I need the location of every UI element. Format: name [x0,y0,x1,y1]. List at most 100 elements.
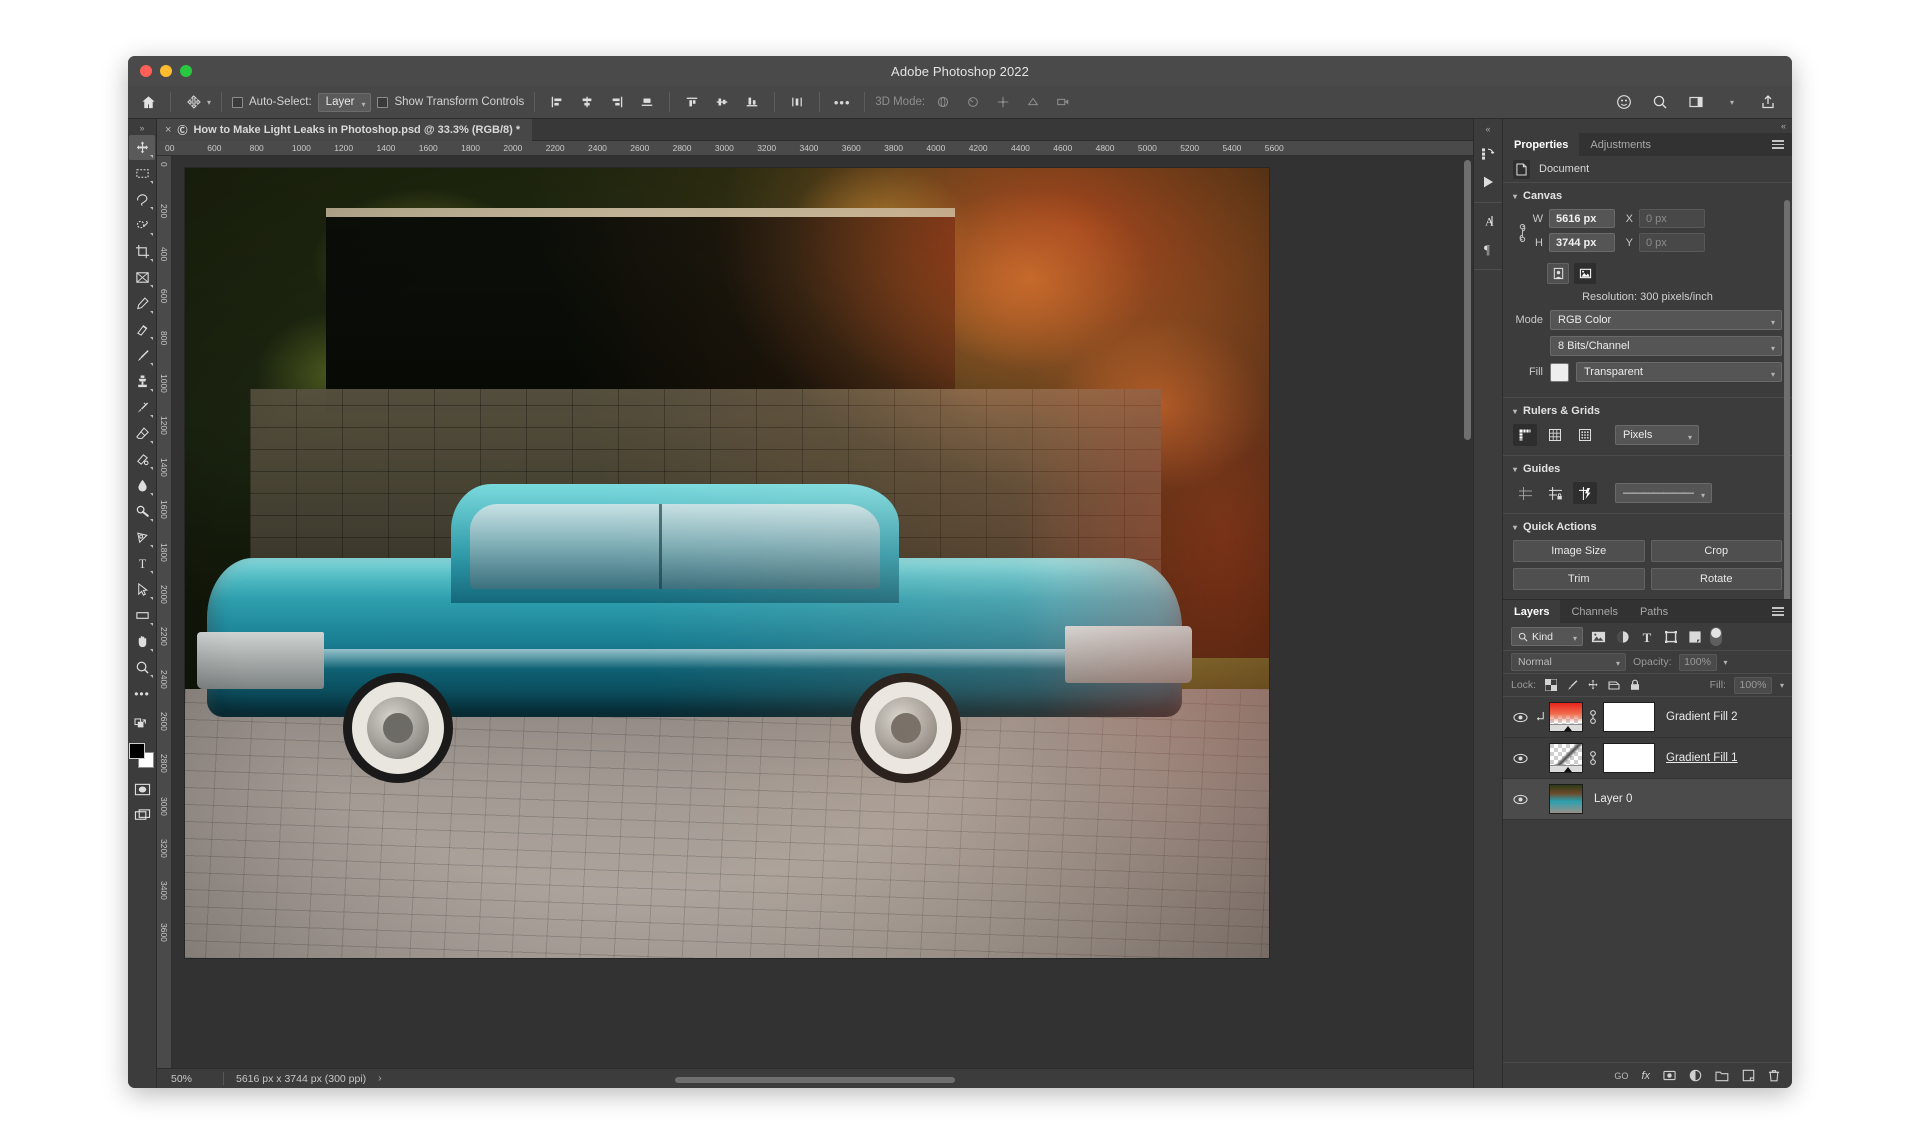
layer-thumbnail[interactable] [1549,743,1583,773]
type-tool[interactable]: T [129,551,155,576]
window-controls[interactable] [140,65,192,77]
color-swatches[interactable] [129,743,155,769]
guide-style-dropdown[interactable]: ——————— ▾ [1615,483,1712,503]
crop-button[interactable]: Crop [1650,540,1782,562]
vertical-ruler[interactable]: 0 200 400 600 800 1000 1200 1400 1600 1800 2000 220… [157,156,172,1068]
canvas-section-header[interactable]: ▾ Canvas [1513,190,1782,202]
lock-all-icon[interactable] [1628,679,1641,692]
three-d-camera-icon[interactable] [1051,90,1075,114]
chevron-down-icon[interactable]: ▾ [1513,407,1517,416]
chevron-down-icon[interactable]: ▾ [1780,681,1784,690]
filter-kind-dropdown[interactable]: Kind ▾ [1511,627,1583,646]
link-icon[interactable] [1513,223,1531,243]
show-guides-icon[interactable] [1513,482,1537,504]
new-adjustment-layer-icon[interactable] [1689,1069,1702,1082]
filter-adjustment-icon[interactable] [1614,628,1631,645]
spot-healing-brush-tool[interactable] [129,317,155,342]
filter-shape-icon[interactable] [1662,628,1679,645]
tab-channels[interactable]: Channels [1560,600,1628,623]
align-right-edges-icon[interactable] [605,90,629,114]
properties-panel-menu-icon[interactable] [1772,133,1792,156]
pen-tool[interactable] [129,525,155,550]
rulers-grids-header[interactable]: ▾ Rulers & Grids [1513,405,1782,417]
filter-pixel-icon[interactable] [1590,628,1607,645]
layer-thumbnail[interactable] [1549,784,1583,814]
quick-mask-icon[interactable] [129,777,155,802]
three-d-slide-icon[interactable] [1021,90,1045,114]
close-window-button[interactable] [140,65,152,77]
layer-name[interactable]: Layer 0 [1594,793,1632,805]
share-icon[interactable] [1756,90,1780,114]
layer-visibility-toggle[interactable] [1509,794,1531,805]
properties-scrollbar[interactable] [1784,200,1790,599]
link-mask-icon[interactable] [1583,750,1603,766]
guides-header[interactable]: ▾ Guides [1513,463,1782,475]
layer-thumbnail[interactable] [1549,702,1583,732]
fill-color-swatch[interactable] [1550,362,1569,382]
tab-layers[interactable]: Layers [1503,600,1561,623]
rectangular-marquee-tool[interactable] [129,161,155,186]
crop-tool[interactable] [129,239,155,264]
snap-to-guides-icon[interactable] [1573,482,1597,504]
edit-toolbar-button[interactable]: ••• [129,681,155,706]
opacity-input[interactable]: 100% [1678,653,1717,671]
canvas-x-input[interactable]: 0 px [1639,209,1705,228]
history-brush-tool[interactable] [129,395,155,420]
clone-stamp-tool[interactable] [129,369,155,394]
tab-properties[interactable]: Properties [1503,133,1580,156]
color-mode-dropdown[interactable]: RGB Color ▾ [1550,310,1782,330]
delete-layer-icon[interactable] [1768,1069,1780,1082]
libraries-icon[interactable] [1476,141,1501,166]
rulers-icon[interactable] [1513,424,1537,446]
chevron-down-icon[interactable]: ▾ [361,100,365,109]
filter-type-icon[interactable]: T [1638,628,1655,645]
move-tool-icon[interactable] [181,90,205,114]
distribute-horizontal-icon[interactable] [785,90,809,114]
canvas-horizontal-scrollbar[interactable] [675,1077,955,1083]
ruler-units-dropdown[interactable]: Pixels ▾ [1615,425,1699,445]
link-mask-icon[interactable] [1583,709,1603,725]
new-layer-icon[interactable] [1742,1069,1755,1082]
search-icon[interactable] [1648,90,1672,114]
horizontal-ruler[interactable]: 00 600 800 1000 1200 1400 1600 1800 2000 2200 2400… [157,141,1473,156]
eyedropper-tool[interactable] [129,291,155,316]
workspace-switcher-icon[interactable] [1684,90,1708,114]
zoom-tool[interactable] [129,655,155,680]
lock-transparent-pixels-icon[interactable] [1544,679,1557,692]
chevron-down-icon[interactable]: ▾ [1724,658,1728,667]
lock-image-pixels-icon[interactable] [1565,679,1578,692]
screen-mode-icon[interactable] [129,803,155,828]
frame-tool[interactable] [129,265,155,290]
table-row[interactable]: Layer 0 [1503,779,1792,820]
chevron-down-icon[interactable]: ▾ [1771,318,1775,327]
chevron-down-icon[interactable]: ▾ [1513,465,1517,474]
distribute-vertical-centers-icon[interactable] [710,90,734,114]
align-horizontal-centers-icon[interactable] [575,90,599,114]
default-colors-swap-icon[interactable] [129,713,155,738]
chevron-down-icon[interactable]: ▾ [1513,192,1517,201]
chevron-down-icon[interactable]: ▾ [1771,370,1775,379]
close-document-icon[interactable]: × [165,124,171,136]
canvas-vertical-scrollbar[interactable] [1464,160,1471,440]
tools-collapse-button[interactable]: » [139,121,144,135]
document-tab[interactable]: × Ⓒ How to Make Light Leaks in Photoshop… [157,118,533,141]
chevron-down-icon[interactable]: ▾ [1688,433,1692,442]
chevron-down-icon[interactable]: ▾ [1771,344,1775,353]
home-icon[interactable] [136,90,160,114]
gradient-tool[interactable] [129,447,155,472]
eraser-tool[interactable] [129,421,155,446]
chevron-down-icon[interactable]: ▾ [207,98,211,107]
link-layers-icon[interactable]: GO [1614,1071,1628,1081]
bit-depth-dropdown[interactable]: 8 Bits/Channel ▾ [1550,336,1782,356]
dodge-tool[interactable] [129,499,155,524]
rectangle-tool[interactable] [129,603,155,628]
layer-name[interactable]: Gradient Fill 1 [1666,752,1738,764]
chevron-down-icon[interactable]: ▾ [1616,659,1620,668]
table-row[interactable]: Gradient Fill 1 [1503,738,1792,779]
lock-guides-icon[interactable] [1543,482,1567,504]
layer-visibility-toggle[interactable] [1509,753,1531,764]
foreground-color-swatch[interactable] [129,743,145,759]
object-selection-tool[interactable] [129,213,155,238]
align-bottom-edges-icon[interactable] [635,90,659,114]
tab-paths[interactable]: Paths [1629,600,1679,623]
